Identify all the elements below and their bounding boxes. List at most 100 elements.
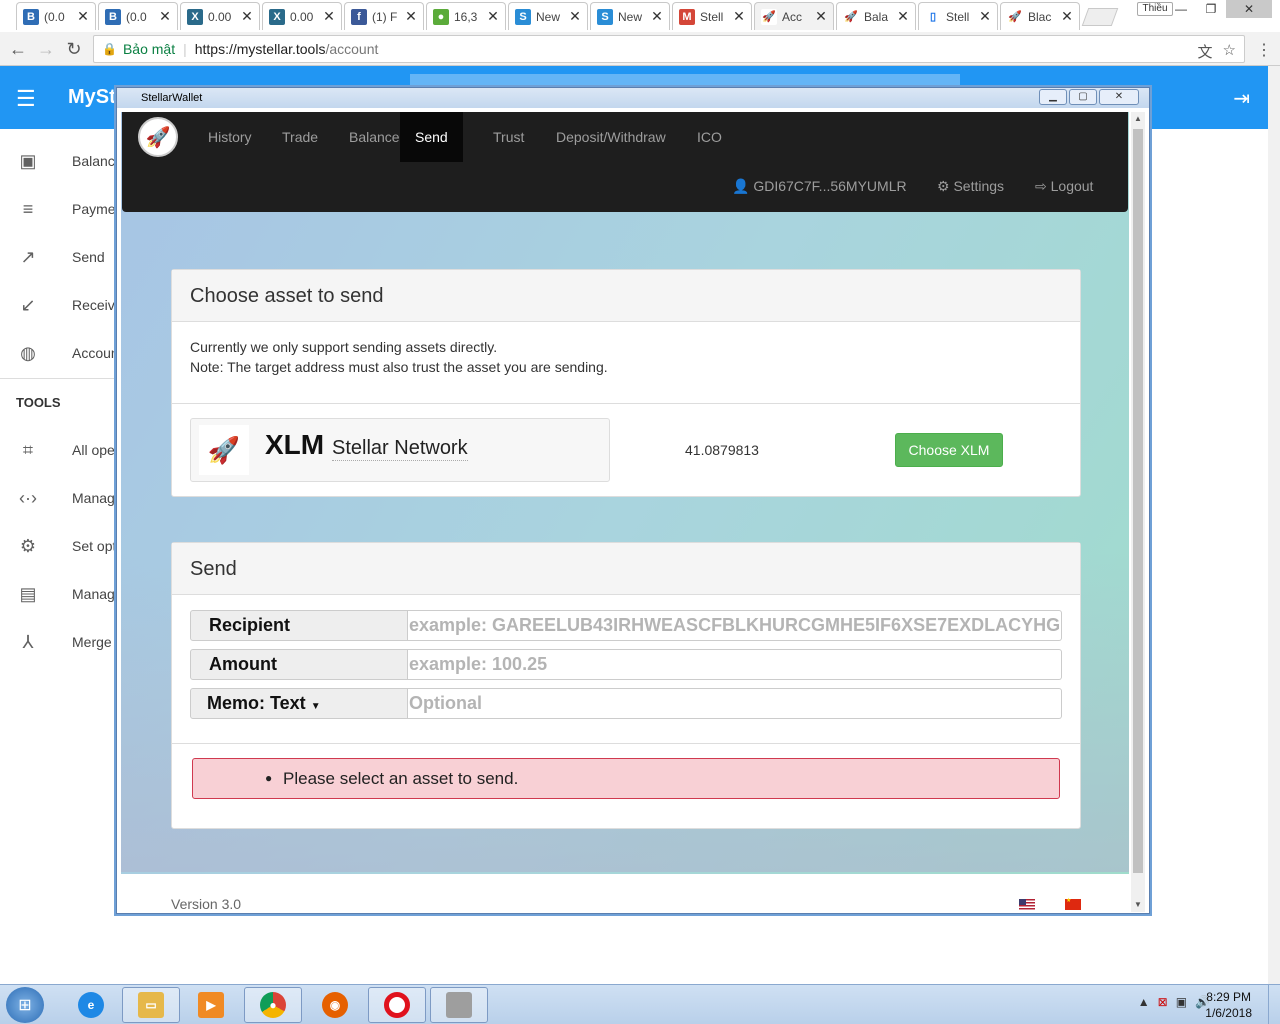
nav-ico[interactable]: ICO — [682, 112, 737, 162]
sidebar-item[interactable]: ↗ Send — [0, 233, 120, 281]
account-id[interactable]: 👤 GDI67C7F...56MYUMLR — [732, 166, 907, 206]
logout-link[interactable]: ⇨ Logout — [1035, 166, 1093, 206]
browser-tab[interactable]: X 0.00 ✕ — [262, 2, 342, 30]
tab-favicon-icon: ▯ — [925, 8, 941, 25]
nav-trade[interactable]: Trade — [267, 112, 333, 162]
browser-menu-icon[interactable]: ⋮ — [1256, 40, 1272, 60]
translate-icon[interactable]: 文 — [1198, 41, 1213, 62]
popup-scrollbar[interactable]: ▲ ▼ — [1131, 112, 1145, 912]
file-explorer-icon[interactable]: ▭ — [122, 987, 180, 1023]
sidebar-item[interactable]: ▤ Manag — [0, 570, 120, 618]
tab-close-icon[interactable]: ✕ — [241, 8, 253, 25]
maximize-icon[interactable]: ❐ — [1196, 0, 1226, 18]
merge-icon: ⅄ — [22, 632, 34, 652]
settings-label: Settings — [953, 178, 1005, 194]
nav-send[interactable]: Send — [400, 112, 463, 162]
page-scrollbar[interactable] — [1268, 66, 1280, 984]
browser-tab[interactable]: 🚀 Blac ✕ — [1000, 2, 1080, 30]
browser-tab[interactable]: f (1) F ✕ — [344, 2, 424, 30]
popup-maximize-icon[interactable]: ▢ — [1069, 89, 1097, 105]
settings-link[interactable]: ⚙ Settings — [937, 166, 1004, 206]
sidebar-item[interactable]: ⅄ Merge — [0, 618, 120, 666]
browser-tab[interactable]: 🚀 Bala ✕ — [836, 2, 916, 30]
asset-issuer[interactable]: Stellar Network — [332, 437, 468, 461]
minimize-icon[interactable]: — — [1166, 0, 1196, 18]
new-tab-button[interactable] — [1081, 8, 1119, 26]
sidebar-item[interactable]: ◍ Accoun — [0, 329, 120, 377]
tab-close-icon[interactable]: ✕ — [159, 8, 171, 25]
forward-icon[interactable]: → — [35, 38, 57, 60]
popup-minimize-icon[interactable]: ▁ — [1039, 89, 1067, 105]
choose-xlm-button[interactable]: Choose XLM — [895, 433, 1003, 467]
tab-close-icon[interactable]: ✕ — [815, 8, 827, 25]
tab-close-icon[interactable]: ✕ — [651, 8, 663, 25]
tray-expand-icon[interactable]: ▲ — [1138, 995, 1150, 1009]
tab-close-icon[interactable]: ✕ — [1061, 8, 1073, 25]
browser-tab[interactable]: ▯ Stell ✕ — [918, 2, 998, 30]
globe-icon: ◍ — [20, 343, 36, 363]
scroll-up-icon[interactable]: ▲ — [1131, 112, 1145, 126]
tab-close-icon[interactable]: ✕ — [569, 8, 581, 25]
back-icon[interactable]: ← — [7, 38, 29, 60]
memo-input[interactable] — [408, 688, 1062, 719]
scroll-down-icon[interactable]: ▼ — [1131, 898, 1145, 912]
url-input[interactable]: 🔒 Bảo mật | https://mystellar.tools/acco… — [93, 35, 1245, 63]
sidebar-item[interactable]: ⚙ Set opt — [0, 522, 120, 570]
start-button-icon[interactable]: ⊞ — [6, 987, 44, 1023]
window-controls: — ❐ ✕ — [1166, 0, 1272, 18]
reload-icon[interactable]: ↻ — [63, 38, 85, 60]
amount-input[interactable] — [408, 649, 1062, 680]
tab-close-icon[interactable]: ✕ — [733, 8, 745, 25]
sidebar-item[interactable]: ↙ Receive — [0, 281, 122, 329]
tab-close-icon[interactable]: ✕ — [405, 8, 417, 25]
scroll-thumb[interactable] — [1133, 129, 1143, 873]
browser-tab[interactable]: 🚀 Acc ✕ — [754, 2, 834, 30]
tab-close-icon[interactable]: ✕ — [323, 8, 335, 25]
display-icon[interactable]: ▣ — [1176, 995, 1187, 1009]
network-icon[interactable]: ⊠ — [1158, 995, 1168, 1009]
app-window-icon[interactable] — [430, 987, 488, 1023]
lock-icon: 🔒 — [102, 42, 117, 56]
clock-time: 8:29 PM — [1206, 990, 1251, 1004]
sidebar-item[interactable]: ‹·› Manag — [0, 474, 120, 522]
popup-titlebar[interactable]: StellarWallet ▁ ▢ ✕ — [117, 88, 1149, 108]
browser-tab[interactable]: ● 16,3 ✕ — [426, 2, 506, 30]
sign-out-icon[interactable]: ⇥ — [1233, 86, 1250, 111]
app-brand[interactable]: MySt — [68, 86, 116, 109]
tab-close-icon[interactable]: ✕ — [487, 8, 499, 25]
tab-close-icon[interactable]: ✕ — [897, 8, 909, 25]
internet-explorer-icon[interactable]: e — [62, 987, 120, 1023]
browser-tab[interactable]: M Stell ✕ — [672, 2, 752, 30]
us-flag-icon[interactable] — [1019, 899, 1035, 910]
browser-tab[interactable]: X 0.00 ✕ — [180, 2, 260, 30]
nav-trust[interactable]: Trust — [478, 112, 539, 162]
show-desktop-button[interactable] — [1268, 985, 1280, 1024]
tab-title: Acc — [782, 9, 803, 24]
chrome-icon[interactable]: ● — [244, 987, 302, 1023]
media-player-icon[interactable]: ▶ — [182, 987, 240, 1023]
browser-tab[interactable]: B (0.0 ✕ — [98, 2, 178, 30]
sidebar-item[interactable]: ▣ Balance — [0, 137, 123, 185]
opera-icon[interactable] — [368, 987, 426, 1023]
stellar-rocket-logo[interactable]: 🚀 — [138, 117, 178, 157]
nav-history[interactable]: History — [193, 112, 267, 162]
sidebar-item[interactable]: ⌗ All ope — [0, 426, 120, 474]
system-clock[interactable]: 8:29 PM 1/6/2018 — [1205, 989, 1252, 1021]
memo-type-dropdown[interactable]: Memo: Text ▼ — [190, 688, 408, 719]
tab-close-icon[interactable]: ✕ — [979, 8, 991, 25]
china-flag-icon[interactable] — [1065, 897, 1081, 910]
tab-favicon-icon: B — [105, 8, 121, 25]
browser-tab[interactable]: S New ✕ — [590, 2, 670, 30]
sidebar-item[interactable]: ≡ Payme — [0, 185, 120, 233]
sidebar-item-label: Balance — [72, 153, 123, 169]
close-icon[interactable]: ✕ — [1226, 0, 1272, 18]
browser-tab[interactable]: S New ✕ — [508, 2, 588, 30]
nav-deposit-withdraw[interactable]: Deposit/Withdraw — [541, 112, 681, 162]
recipient-input[interactable] — [408, 610, 1062, 641]
hamburger-menu-icon[interactable]: ☰ — [16, 86, 36, 112]
browser-tab[interactable]: B (0.0 ✕ — [16, 2, 96, 30]
bookmark-star-icon[interactable]: ☆ — [1223, 41, 1236, 62]
popup-close-icon[interactable]: ✕ — [1099, 89, 1139, 105]
tab-close-icon[interactable]: ✕ — [77, 8, 89, 25]
firefox-icon[interactable]: ◉ — [306, 987, 364, 1023]
